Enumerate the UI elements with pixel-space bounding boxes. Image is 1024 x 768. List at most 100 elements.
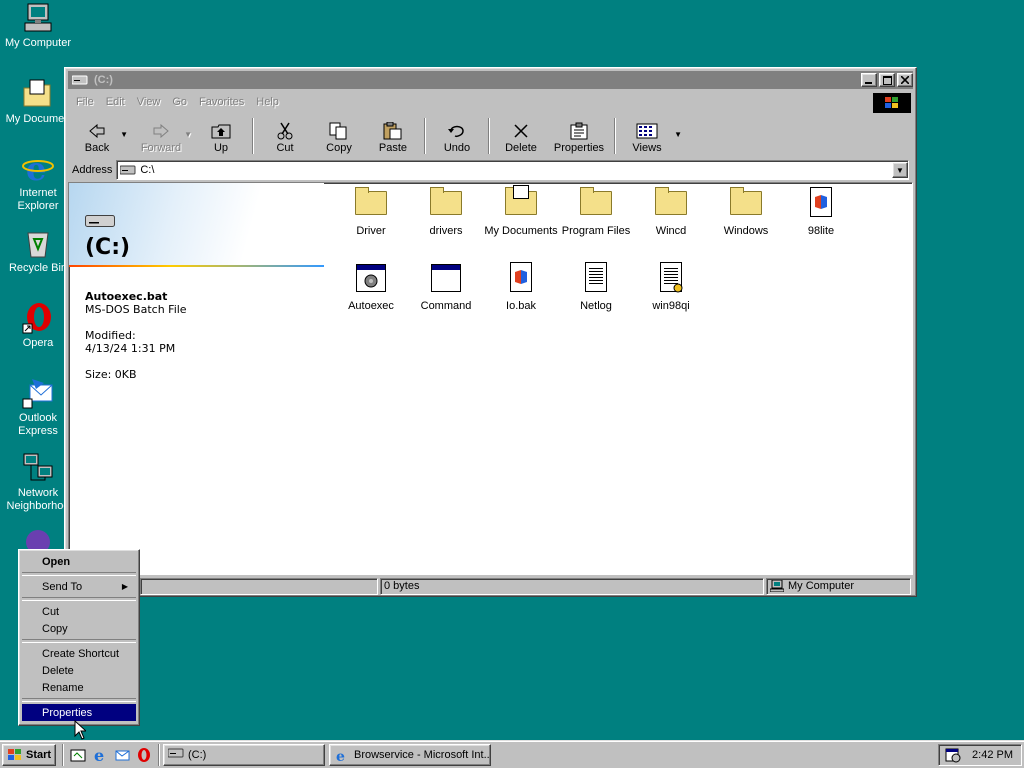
file-item-io-bak[interactable]: Io.bak: [481, 262, 561, 312]
file-item-wincd[interactable]: Wincd: [631, 187, 711, 237]
status-zone-label: My Computer: [788, 580, 855, 592]
menu-view[interactable]: View: [137, 96, 161, 108]
submenu-arrow-icon: ▶: [121, 582, 128, 591]
show-desktop-icon[interactable]: [67, 744, 89, 766]
toolbar-separator: [488, 118, 490, 154]
drive-icon: [120, 165, 136, 175]
task-button-browservice[interactable]: e Browservice - Microsoft Int...: [329, 743, 491, 766]
my-documents-folder-icon: [505, 185, 537, 219]
menu-file[interactable]: File: [76, 96, 94, 108]
back-button[interactable]: Back ▼: [70, 116, 128, 156]
back-label: Back: [84, 142, 110, 154]
file-item-program-files[interactable]: Program Files: [556, 187, 636, 237]
menu-help[interactable]: Help: [256, 96, 279, 108]
menu-item-properties[interactable]: Properties: [22, 704, 136, 721]
menu-separator: [22, 696, 136, 704]
file-item-windows[interactable]: Windows: [706, 187, 786, 237]
desktop-icon-label: My Computer: [4, 37, 72, 49]
scheduler-icon[interactable]: [945, 747, 961, 763]
desktop-icon-my-computer[interactable]: My Computer: [1, 2, 75, 50]
title-bar[interactable]: (C:): [68, 71, 913, 89]
properties-button[interactable]: Properties: [548, 116, 610, 156]
forward-dropdown-icon[interactable]: ▼: [184, 130, 192, 139]
modified-value: 4/13/24 1:31 PM: [85, 342, 176, 355]
file-item-98lite[interactable]: 98lite: [781, 187, 861, 237]
close-button[interactable]: [897, 73, 913, 87]
start-button[interactable]: Start: [2, 743, 56, 766]
file-item-autoexec[interactable]: Autoexec: [331, 262, 411, 312]
clock[interactable]: 2:42 PM: [972, 749, 1013, 761]
views-button[interactable]: Views ▼: [620, 116, 682, 156]
computer-icon: [770, 580, 784, 592]
menu-bar: File Edit View Go Favorites Help: [68, 91, 913, 113]
up-button[interactable]: Up: [194, 116, 248, 156]
menu-go[interactable]: Go: [172, 96, 187, 108]
undo-icon: [446, 122, 468, 140]
address-dropdown-button[interactable]: ▼: [892, 162, 908, 178]
address-label: Address: [72, 164, 113, 176]
file-item-netlog[interactable]: Netlog: [556, 262, 636, 312]
file-item-drivers[interactable]: drivers: [406, 187, 486, 237]
menu-item-rename[interactable]: Rename: [22, 679, 136, 696]
file-label: 98lite: [807, 225, 835, 237]
task-label: Browservice - Microsoft Int...: [354, 748, 491, 761]
svg-text:e: e: [336, 749, 345, 762]
internet-explorer-icon[interactable]: e: [89, 744, 111, 766]
file-item-my-documents[interactable]: My Documents: [481, 185, 561, 237]
recycle-bin-icon: [22, 227, 54, 259]
paste-icon: [382, 122, 404, 140]
maximize-button[interactable]: [879, 73, 895, 87]
menu-separator: [22, 637, 136, 645]
back-dropdown-icon[interactable]: ▼: [120, 130, 128, 139]
minimize-button[interactable]: [861, 73, 877, 87]
windows-logo: [873, 93, 911, 113]
folder-icon: [430, 187, 462, 219]
copy-button[interactable]: Copy: [312, 116, 366, 156]
outlook-express-icon: [22, 377, 54, 409]
back-arrow-icon: [86, 122, 108, 140]
context-menu: Open Send To ▶ Cut Copy Create Shortcut …: [18, 549, 140, 726]
internet-explorer-icon: e: [22, 150, 54, 188]
cut-button[interactable]: Cut: [258, 116, 312, 156]
properties-label: Properties: [553, 142, 605, 154]
file-label: Command: [420, 300, 472, 312]
delete-x-icon: [510, 122, 532, 140]
outlook-express-icon[interactable]: [111, 744, 133, 766]
menu-item-open[interactable]: Open: [22, 553, 136, 570]
menu-item-cut[interactable]: Cut: [22, 603, 136, 620]
paste-button[interactable]: Paste: [366, 116, 420, 156]
file-item-win98qi[interactable]: win98qi: [631, 262, 711, 312]
opera-icon: [22, 302, 54, 334]
menu-favorites[interactable]: Favorites: [199, 96, 244, 108]
menu-separator: [22, 570, 136, 578]
forward-button[interactable]: Forward ▼: [134, 116, 192, 156]
menu-item-send-to[interactable]: Send To ▶: [22, 578, 136, 595]
menu-edit[interactable]: Edit: [106, 96, 125, 108]
menu-item-delete[interactable]: Delete: [22, 662, 136, 679]
file-label: Windows: [723, 225, 769, 237]
delete-button[interactable]: Delete: [494, 116, 548, 156]
menu-item-create-shortcut[interactable]: Create Shortcut: [22, 645, 136, 662]
batch-file-icon: [355, 262, 387, 294]
undo-label: Undo: [443, 142, 471, 154]
file-label: Autoexec: [348, 300, 394, 312]
status-bar: 0 bytes My Computer: [68, 576, 913, 596]
up-label: Up: [213, 142, 229, 154]
folder-icon: [730, 187, 762, 219]
toolbar-separator: [424, 118, 426, 154]
copy-icon: [328, 122, 350, 140]
file-label: Wincd: [655, 225, 687, 237]
file-size: Size: 0KB: [85, 368, 137, 381]
file-label: Io.bak: [506, 300, 536, 312]
file-item-command[interactable]: Command: [406, 262, 486, 312]
opera-icon[interactable]: [133, 744, 155, 766]
task-button-c-drive[interactable]: (C:): [163, 743, 325, 766]
undo-button[interactable]: Undo: [430, 116, 484, 156]
properties-icon: [568, 122, 590, 140]
file-item-driver[interactable]: Driver: [331, 187, 411, 237]
views-dropdown-icon[interactable]: ▼: [674, 130, 682, 139]
address-input[interactable]: C:\ ▼: [116, 160, 909, 180]
delete-label: Delete: [505, 142, 537, 154]
menu-item-copy[interactable]: Copy: [22, 620, 136, 637]
svg-text:e: e: [94, 747, 104, 763]
